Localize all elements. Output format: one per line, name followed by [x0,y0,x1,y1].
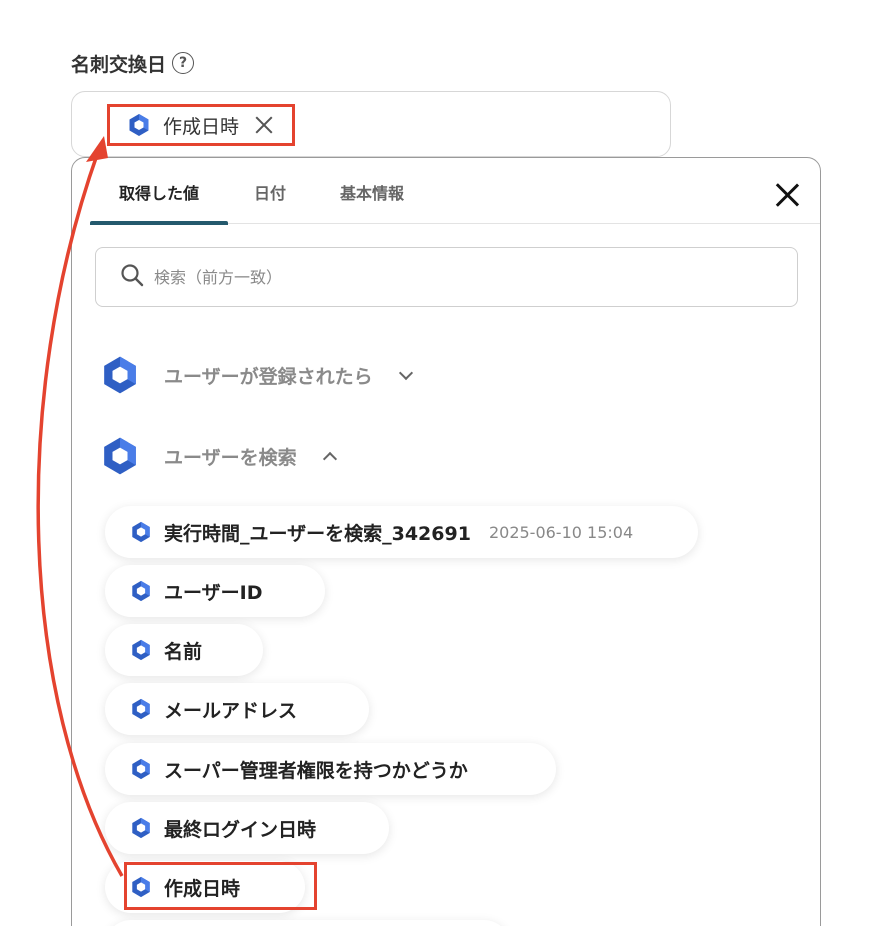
annotation-arrow [36,136,124,877]
